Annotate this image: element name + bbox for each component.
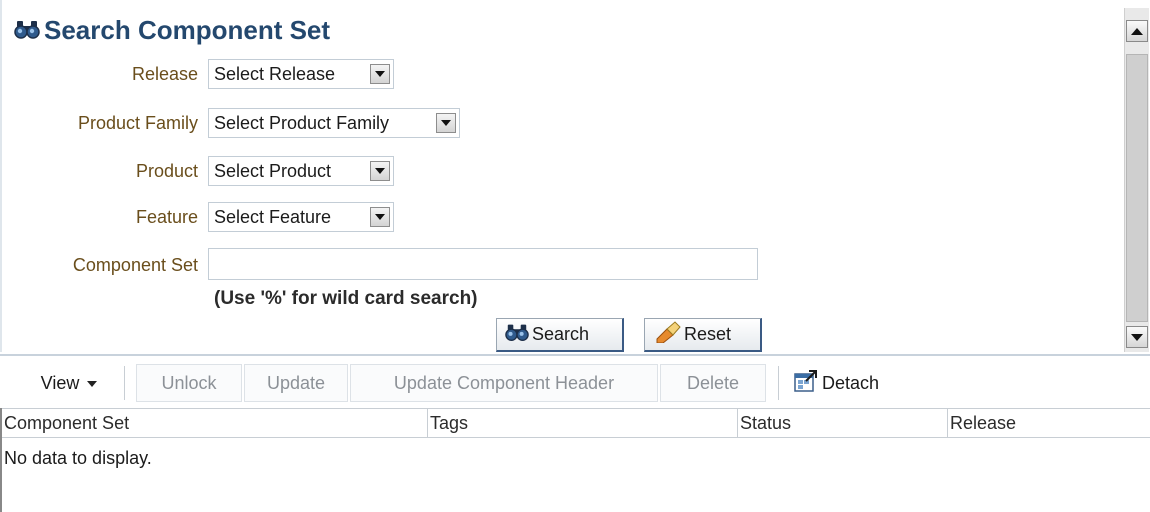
empty-table-message: No data to display.: [4, 448, 152, 468]
view-menu[interactable]: View: [24, 364, 114, 402]
triangle-down-icon[interactable]: [370, 161, 390, 181]
product-label: Product: [135, 161, 198, 181]
update-component-header-button-label: Update Component Header: [393, 372, 615, 393]
scroll-up-arrow-icon[interactable]: [1126, 20, 1148, 42]
delete-button[interactable]: Delete: [660, 364, 766, 402]
release-select[interactable]: Select Release: [208, 59, 394, 89]
component-set-label: Component Set: [72, 255, 198, 275]
view-menu-label: View: [40, 372, 80, 393]
reset-button[interactable]: Reset: [644, 318, 762, 352]
caret-down-icon: [87, 381, 98, 387]
product-family-select-value: Select Product Family: [214, 112, 390, 133]
table-header: Component Set Tags Status Release: [2, 408, 1150, 438]
release-label: Release: [131, 64, 198, 84]
binoculars-icon: [505, 322, 532, 347]
results-table: Component Set Tags Status Release No dat…: [0, 408, 1150, 512]
table-toolbar: View Unlock Update Update Component Head…: [0, 354, 1150, 408]
column-header-release[interactable]: Release: [948, 409, 1150, 437]
column-header-status[interactable]: Status: [738, 409, 948, 437]
feature-select-value: Select Feature: [214, 206, 332, 227]
update-button-label: Update: [266, 372, 326, 393]
toolbar-separator: [124, 366, 125, 400]
reset-button-label: Reset: [684, 324, 732, 344]
binoculars-icon: [14, 15, 40, 46]
search-panel: Search Component Set Release Select Rele…: [0, 0, 1126, 352]
eraser-icon: [653, 321, 684, 348]
panel-title: Search Component Set: [14, 12, 330, 48]
unlock-button-label: Unlock: [161, 372, 217, 393]
detach-window-icon: [794, 369, 818, 398]
feature-label: Feature: [135, 207, 198, 227]
triangle-down-icon[interactable]: [370, 64, 390, 84]
column-header-component-set[interactable]: Component Set: [2, 409, 428, 437]
column-header-tags[interactable]: Tags: [428, 409, 738, 437]
update-component-header-button[interactable]: Update Component Header: [350, 364, 658, 402]
triangle-down-icon[interactable]: [436, 113, 456, 133]
product-select[interactable]: Select Product: [208, 156, 394, 186]
update-button[interactable]: Update: [244, 364, 348, 402]
component-set-input[interactable]: [208, 248, 758, 280]
detach-button[interactable]: Detach: [794, 364, 914, 402]
detach-button-label: Detach: [822, 372, 880, 393]
scroll-down-arrow-icon[interactable]: [1126, 326, 1148, 348]
search-button-label: Search: [532, 324, 590, 344]
scrollbar-thumb[interactable]: [1126, 54, 1148, 322]
product-family-label: Product Family: [77, 113, 198, 133]
toolbar-separator: [778, 366, 779, 400]
unlock-button[interactable]: Unlock: [136, 364, 242, 402]
delete-button-label: Delete: [686, 372, 740, 393]
search-button[interactable]: Search: [496, 318, 624, 352]
wildcard-hint: (Use '%' for wild card search): [214, 288, 478, 309]
panel-title-text: Search Component Set: [44, 14, 331, 45]
triangle-down-icon[interactable]: [370, 207, 390, 227]
product-select-value: Select Product: [214, 160, 332, 181]
vertical-scrollbar[interactable]: [1124, 8, 1149, 352]
product-family-select[interactable]: Select Product Family: [208, 108, 460, 138]
feature-select[interactable]: Select Feature: [208, 202, 394, 232]
release-select-value: Select Release: [214, 63, 336, 84]
